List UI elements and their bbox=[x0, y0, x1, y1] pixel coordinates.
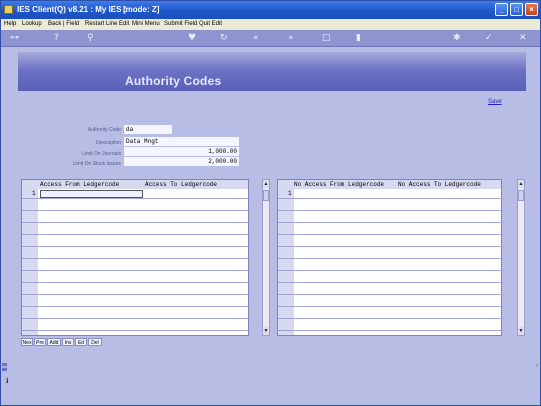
column-header: No Access From Ledgercode bbox=[294, 181, 385, 188]
help-icon[interactable]: ? bbox=[54, 33, 59, 43]
table-row bbox=[278, 282, 503, 283]
limit-on-journals-field[interactable]: 1,000.00 bbox=[124, 147, 239, 156]
table-row bbox=[278, 210, 503, 211]
table-row bbox=[278, 330, 503, 331]
right-panel-arrow-icon[interactable]: › bbox=[536, 363, 538, 369]
gear-icon[interactable]: ✱ bbox=[453, 33, 461, 43]
toolbar: ⊶ ? ⚲ ♥ ↻ « » □ ▮ ✱ ✓ ✕ bbox=[1, 30, 540, 47]
close-window-button[interactable]: × bbox=[525, 3, 538, 16]
limit-on-stock-issues-label: Limit On Stock Issues bbox=[72, 161, 121, 167]
menu-help[interactable]: Help bbox=[4, 21, 16, 27]
add-button[interactable]: Add bbox=[47, 338, 61, 346]
edit-button[interactable]: Ed bbox=[75, 338, 87, 346]
heart-icon[interactable]: ♥ bbox=[188, 33, 196, 43]
table-row bbox=[278, 294, 503, 295]
table-row bbox=[22, 258, 250, 259]
table-row bbox=[22, 318, 250, 319]
menu-back-field[interactable]: Back | Field bbox=[48, 21, 79, 27]
side-panel-tab[interactable]: ctx bbox=[2, 363, 7, 371]
table-row bbox=[22, 306, 250, 307]
previous-button[interactable]: Pre bbox=[34, 338, 46, 346]
no-access-grid[interactable]: No Access From Ledgercode No Access To L… bbox=[277, 179, 503, 336]
authority-code-label: Authority Code bbox=[87, 127, 121, 133]
table-row bbox=[278, 270, 503, 271]
menu-bar: Help Lookup Back | Field Restart Line Ed… bbox=[1, 19, 540, 30]
minimize-button[interactable]: _ bbox=[495, 3, 508, 16]
save-link[interactable]: Save bbox=[488, 99, 502, 105]
authority-code-field[interactable]: da bbox=[124, 125, 172, 134]
scroll-down-arrow[interactable]: ▼ bbox=[263, 327, 269, 335]
description-label: Description bbox=[95, 140, 121, 146]
menu-restart-line-edit[interactable]: Restart Line Edit bbox=[85, 21, 129, 27]
access-grid[interactable]: Access From Ledgercode Access To Ledgerc… bbox=[21, 179, 250, 336]
refresh-icon[interactable]: ↻ bbox=[220, 33, 228, 43]
table-row bbox=[278, 258, 503, 259]
rewind-icon[interactable]: « bbox=[253, 33, 259, 43]
left-grid-scrollbar[interactable]: ▲ ▼ bbox=[262, 179, 270, 336]
column-header: Access To Ledgercode bbox=[145, 181, 218, 188]
scroll-down-arrow[interactable]: ▼ bbox=[518, 327, 524, 335]
fast-forward-icon[interactable]: » bbox=[288, 33, 294, 43]
app-window: IES Client(Q) v8.21 : My IES : [mode: Z]… bbox=[0, 0, 541, 406]
table-row bbox=[22, 198, 250, 199]
table-row bbox=[22, 282, 250, 283]
table-row bbox=[22, 210, 250, 211]
table-row bbox=[22, 330, 250, 331]
trash-icon[interactable]: ▮ bbox=[356, 33, 361, 43]
table-row bbox=[278, 306, 503, 307]
maximize-button[interactable]: □ bbox=[510, 3, 523, 16]
delete-button[interactable]: Del bbox=[88, 338, 102, 346]
scroll-thumb[interactable] bbox=[518, 190, 524, 201]
menu-lookup[interactable]: Lookup bbox=[22, 21, 42, 27]
menu-submit-field[interactable]: Submit Field bbox=[164, 21, 197, 27]
scroll-up-arrow[interactable]: ▲ bbox=[518, 180, 524, 188]
table-row bbox=[278, 246, 503, 247]
limit-on-journals-label: Limit On Journals bbox=[82, 151, 121, 157]
menu-mini-menu[interactable]: Mini Menu bbox=[132, 21, 160, 27]
table-row bbox=[278, 222, 503, 223]
page-banner: Authority Codes bbox=[18, 52, 526, 91]
scroll-thumb[interactable] bbox=[263, 190, 269, 201]
right-grid-scrollbar[interactable]: ▲ ▼ bbox=[517, 179, 525, 336]
insert-button[interactable]: Ins bbox=[62, 338, 74, 346]
scroll-up-arrow[interactable]: ▲ bbox=[263, 180, 269, 188]
next-button[interactable]: Nex bbox=[21, 338, 33, 346]
limit-on-stock-issues-field[interactable]: 2,000.00 bbox=[124, 157, 239, 166]
close-icon[interactable]: ✕ bbox=[519, 33, 527, 43]
table-row bbox=[278, 198, 503, 199]
title-bar: IES Client(Q) v8.21 : My IES : [mode: Z]… bbox=[1, 1, 540, 19]
info-icon: ℹ bbox=[6, 378, 9, 385]
table-row bbox=[22, 294, 250, 295]
table-row bbox=[22, 270, 250, 271]
key-icon[interactable]: ⊶ bbox=[10, 33, 19, 43]
description-field[interactable]: Data Mngt bbox=[124, 137, 239, 146]
table-row bbox=[278, 318, 503, 319]
table-row bbox=[22, 222, 250, 223]
page-title: Authority Codes bbox=[125, 74, 222, 88]
search-icon[interactable]: ⚲ bbox=[87, 33, 94, 43]
active-cell[interactable] bbox=[40, 190, 143, 198]
column-header: Access From Ledgercode bbox=[40, 181, 120, 188]
table-row bbox=[22, 234, 250, 235]
mode-indicator: [mode: Z] bbox=[123, 5, 160, 14]
menu-quit-edit[interactable]: Quit Edit bbox=[199, 21, 222, 27]
table-row bbox=[278, 234, 503, 235]
stop-icon[interactable]: □ bbox=[322, 33, 331, 43]
column-header: No Access To Ledgercode bbox=[398, 181, 481, 188]
check-icon[interactable]: ✓ bbox=[485, 33, 493, 43]
window-title: IES Client(Q) v8.21 : My IES : bbox=[17, 5, 127, 14]
row-number: 1 bbox=[32, 190, 36, 197]
app-icon bbox=[4, 5, 13, 14]
table-row bbox=[22, 246, 250, 247]
row-number: 1 bbox=[288, 190, 292, 197]
